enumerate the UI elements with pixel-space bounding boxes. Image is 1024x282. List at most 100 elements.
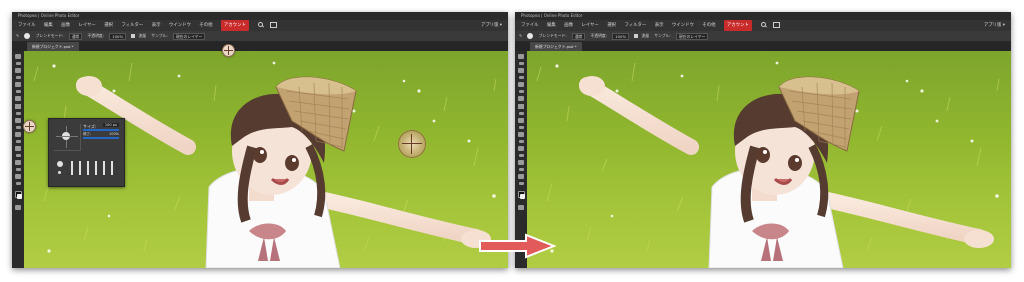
canvas-area[interactable] <box>527 51 1011 268</box>
lasso-tool-icon[interactable] <box>518 68 524 73</box>
menu-select[interactable]: 選択 <box>104 20 113 31</box>
marquee-tool-icon[interactable] <box>15 62 21 65</box>
menu-file[interactable]: ファイル <box>18 20 36 31</box>
pen-tool-icon[interactable] <box>15 146 21 151</box>
tab-document[interactable]: 新規プロジェクト.psd * <box>530 42 582 51</box>
flow-checkbox[interactable] <box>131 34 136 38</box>
pen-tool-icon[interactable] <box>518 146 524 151</box>
quick-mask-icon[interactable] <box>15 205 21 210</box>
opacity-input[interactable]: 100% <box>109 32 127 40</box>
brush-tool-icon[interactable] <box>15 104 21 109</box>
menu-account[interactable]: アカウント <box>723 20 752 31</box>
brush-tip-5[interactable] <box>103 161 105 175</box>
frame-icon[interactable] <box>772 21 780 28</box>
fill-tool-icon[interactable] <box>15 126 21 129</box>
sample-select[interactable]: 現在のレイヤー <box>675 32 709 40</box>
stamp-tool-icon[interactable] <box>518 112 524 115</box>
menu-more[interactable]: その他 <box>702 20 715 31</box>
menu-filter[interactable]: フィルター <box>121 20 143 31</box>
brush-tip-2[interactable] <box>79 161 81 175</box>
brush-tool-icon[interactable] <box>518 104 524 109</box>
menu-view[interactable]: 表示 <box>152 20 161 31</box>
menu-select[interactable]: 選択 <box>607 20 616 31</box>
opacity-input[interactable]: 100% <box>612 32 630 40</box>
brush-tip-1[interactable] <box>71 161 73 175</box>
tab-document[interactable]: 新規プロジェクト.psd * <box>27 42 79 51</box>
wand-tool-icon[interactable] <box>518 76 524 79</box>
menu-image[interactable]: 画像 <box>61 20 70 31</box>
wand-tool-icon[interactable] <box>15 76 21 79</box>
brush-preview[interactable] <box>527 33 534 39</box>
dodge-tool-icon[interactable] <box>15 140 21 143</box>
menu-edit[interactable]: 編集 <box>547 20 556 31</box>
hand-tool-icon[interactable] <box>15 174 21 179</box>
quick-mask-icon[interactable] <box>518 205 524 210</box>
path-select-tool-icon[interactable] <box>15 160 21 165</box>
zoom-tool-icon[interactable] <box>15 182 21 185</box>
blend-mode-select[interactable]: 通常 <box>68 32 83 40</box>
path-select-tool-icon[interactable] <box>518 160 524 165</box>
menu-more[interactable]: その他 <box>199 20 212 31</box>
app-version-menu[interactable]: アプリ版 ▾ <box>481 20 502 31</box>
background-color-swatch[interactable] <box>520 194 525 199</box>
blur-tool-icon[interactable] <box>518 132 524 137</box>
app-version-menu[interactable]: アプリ版 ▾ <box>984 20 1005 31</box>
options-bar: ✎ ブレンドモード: 通常 不透明度: 100% 流量 サンプル: 現在のレイヤ… <box>12 31 508 41</box>
window-title: Photopea | Online Photo Editor <box>12 12 508 20</box>
fill-tool-icon[interactable] <box>518 126 524 129</box>
shape-tool-icon[interactable] <box>518 168 524 171</box>
brush-tip-small[interactable] <box>58 171 61 174</box>
search-icon[interactable] <box>257 21 264 28</box>
frame-icon[interactable] <box>269 21 277 28</box>
text-tool-icon[interactable] <box>518 154 524 157</box>
size-input[interactable]: 100 px <box>102 123 119 127</box>
brush-icon[interactable]: ✎ <box>16 31 19 41</box>
hand-tool-icon[interactable] <box>518 174 524 179</box>
menu-file[interactable]: ファイル <box>521 20 539 31</box>
menu-window[interactable]: ウインドウ <box>169 20 191 31</box>
background-color-swatch[interactable] <box>17 194 22 199</box>
eyedropper-tool-icon[interactable] <box>518 90 524 93</box>
left-hand <box>579 76 605 96</box>
menu-view[interactable]: 表示 <box>655 20 664 31</box>
brush-angle-preview[interactable] <box>54 124 81 151</box>
brush-icon[interactable]: ✎ <box>519 31 522 41</box>
stamp-tool-icon[interactable] <box>15 112 21 115</box>
blend-mode-select[interactable]: 通常 <box>571 32 586 40</box>
eraser-tool-icon[interactable] <box>518 118 524 123</box>
zoom-tool-icon[interactable] <box>518 182 524 185</box>
brush-tip-6[interactable] <box>111 161 113 175</box>
menu-window[interactable]: ウインドウ <box>672 20 694 31</box>
brush-preview[interactable] <box>24 33 31 39</box>
hardness-value[interactable]: 100% <box>109 132 119 136</box>
menu-account[interactable]: アカウント <box>220 20 249 31</box>
move-tool-icon[interactable] <box>518 54 524 59</box>
menu-filter[interactable]: フィルター <box>624 20 646 31</box>
move-tool-icon[interactable] <box>15 54 21 59</box>
eraser-tool-icon[interactable] <box>15 118 21 123</box>
menu-edit[interactable]: 編集 <box>44 20 53 31</box>
menu-layer[interactable]: レイヤー <box>78 20 95 31</box>
eyedropper-tool-icon[interactable] <box>15 90 21 93</box>
crop-tool-icon[interactable] <box>518 82 524 87</box>
dodge-tool-icon[interactable] <box>518 140 524 143</box>
search-icon[interactable] <box>760 21 767 28</box>
brush-tip-round[interactable] <box>57 161 63 167</box>
text-tool-icon[interactable] <box>15 154 21 157</box>
blend-mode-label: ブレンドモード: <box>538 33 567 38</box>
healing-tool-icon[interactable] <box>15 96 21 101</box>
crop-tool-icon[interactable] <box>15 82 21 87</box>
brush-tip-3[interactable] <box>87 161 89 175</box>
menu-layer[interactable]: レイヤー <box>581 20 598 31</box>
size-slider[interactable] <box>83 129 119 131</box>
menu-image[interactable]: 画像 <box>564 20 573 31</box>
brush-tip-4[interactable] <box>95 161 97 175</box>
healing-tool-icon[interactable] <box>518 96 524 101</box>
shape-tool-icon[interactable] <box>15 168 21 171</box>
hardness-slider[interactable] <box>83 137 119 139</box>
sample-select[interactable]: 現在のレイヤー <box>172 32 206 40</box>
blur-tool-icon[interactable] <box>15 132 21 137</box>
flow-checkbox[interactable] <box>634 34 639 38</box>
lasso-tool-icon[interactable] <box>15 68 21 73</box>
marquee-tool-icon[interactable] <box>518 62 524 65</box>
